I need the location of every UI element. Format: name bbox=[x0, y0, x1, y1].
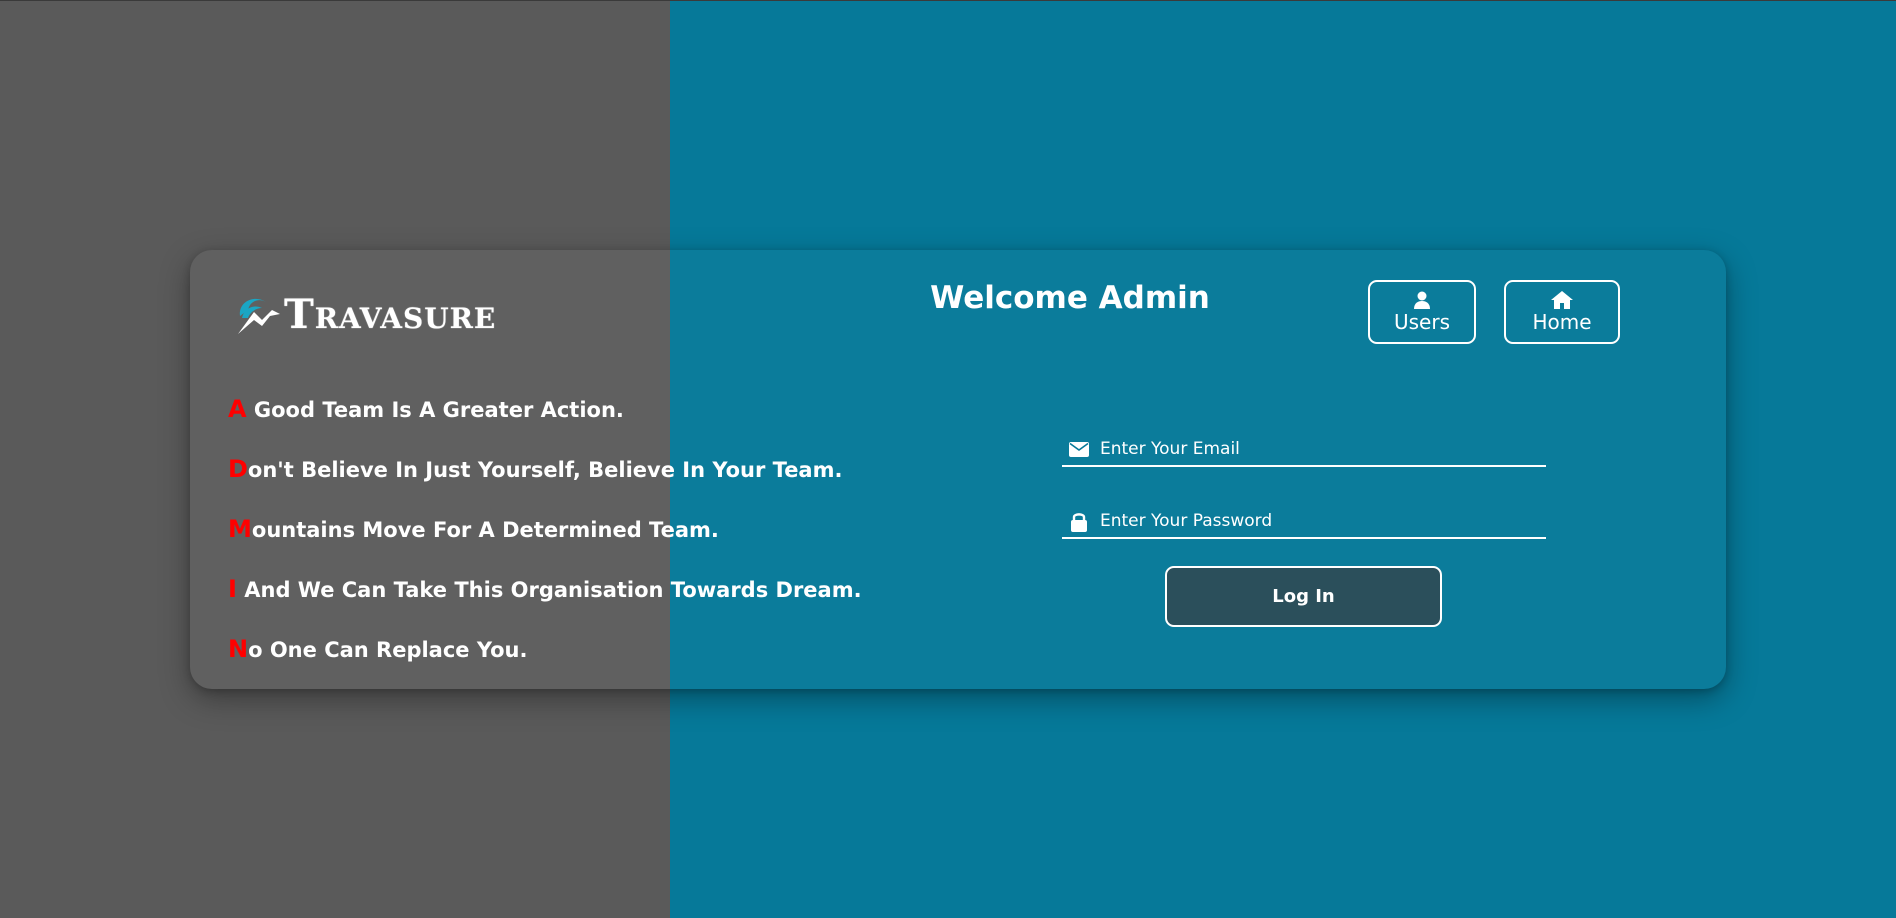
user-icon bbox=[1412, 290, 1432, 310]
brand-logo[interactable]: Travasure bbox=[232, 290, 496, 338]
brand-name: Travasure bbox=[284, 290, 497, 338]
home-icon bbox=[1550, 290, 1574, 310]
home-button[interactable]: Home bbox=[1504, 280, 1620, 344]
motto-initial: I bbox=[228, 575, 237, 603]
lock-icon bbox=[1062, 511, 1096, 532]
home-button-label: Home bbox=[1532, 310, 1592, 334]
login-page: Travasure Welcome Admin Users Home A Goo… bbox=[0, 0, 1896, 918]
motto-item: No One Can Replace You. bbox=[228, 635, 862, 689]
motto-initial: N bbox=[228, 635, 249, 663]
motto-text: ountains Move For A Determined Team. bbox=[251, 518, 719, 542]
motto-text: And We Can Take This Organisation Toward… bbox=[236, 578, 862, 602]
motto-list: A Good Team Is A Greater Action. Don't B… bbox=[228, 395, 862, 689]
motto-item: A Good Team Is A Greater Action. bbox=[228, 395, 862, 455]
top-nav: Users Home bbox=[1368, 280, 1620, 344]
users-button[interactable]: Users bbox=[1368, 280, 1476, 344]
motto-text: Good Team Is A Greater Action. bbox=[246, 398, 624, 422]
password-input[interactable] bbox=[1096, 511, 1546, 531]
motto-initial: D bbox=[228, 455, 248, 483]
motto-initial: M bbox=[228, 515, 252, 543]
email-input[interactable] bbox=[1096, 439, 1546, 459]
motto-text: o One Can Replace You. bbox=[248, 638, 528, 662]
motto-initial: A bbox=[228, 395, 247, 423]
envelope-icon bbox=[1062, 441, 1096, 457]
motto-item: Don't Believe In Just Yourself, Believe … bbox=[228, 455, 862, 515]
motto-item: Mountains Move For A Determined Team. bbox=[228, 515, 862, 575]
motto-item: I And We Can Take This Organisation Towa… bbox=[228, 575, 862, 635]
password-field bbox=[1062, 505, 1546, 539]
users-button-label: Users bbox=[1393, 310, 1450, 334]
motto-text: on't Believe In Just Yourself, Believe I… bbox=[247, 458, 843, 482]
mountain-swoosh-logo-icon bbox=[238, 298, 280, 334]
login-button[interactable]: Log In bbox=[1165, 566, 1442, 627]
email-field bbox=[1062, 433, 1546, 467]
page-title: Welcome Admin bbox=[930, 280, 1210, 316]
login-card: Travasure Welcome Admin Users Home A Goo… bbox=[190, 250, 1726, 689]
